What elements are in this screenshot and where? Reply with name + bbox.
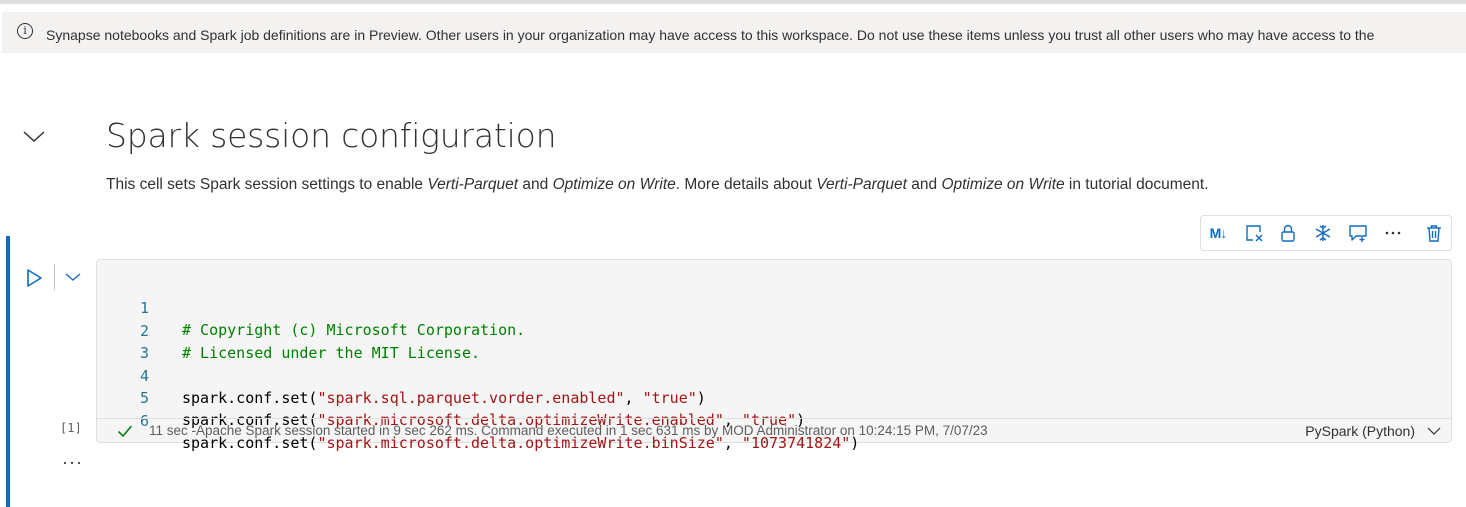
run-options-chevron-icon[interactable] — [64, 270, 82, 284]
cell-toolbar: M↓ — [1200, 215, 1452, 251]
code-line: 1 # Copyright (c) Microsoft Corporation. — [139, 299, 526, 339]
code-line: 6 spark.conf.set("spark.microsoft.delta.… — [139, 412, 860, 452]
language-selector[interactable]: PySpark (Python) — [1305, 423, 1415, 439]
run-separator — [54, 264, 55, 290]
execution-count: [1] — [60, 421, 82, 435]
success-check-icon — [117, 425, 133, 438]
active-cell-indicator — [6, 236, 10, 507]
more-icon — [1385, 231, 1401, 235]
comment-icon — [1349, 225, 1367, 242]
add-comment-button[interactable] — [1347, 222, 1369, 244]
preview-banner: i Synapse notebooks and Spark job defini… — [2, 12, 1466, 53]
delete-icon — [1427, 225, 1441, 242]
cell-more-options-icon[interactable]: ··· — [62, 452, 83, 473]
top-border — [0, 0, 1466, 4]
more-options-button[interactable] — [1382, 222, 1404, 244]
lock-icon — [1281, 224, 1295, 242]
markdown-toggle-button[interactable]: M↓ — [1207, 222, 1229, 244]
code-line: 2 # Licensed under the MIT License. — [139, 322, 481, 362]
run-cell-button[interactable] — [24, 268, 44, 288]
section-collapse-chevron-icon[interactable] — [22, 126, 46, 146]
code-line: 4 spark.conf.set("spark.sql.parquet.vord… — [139, 367, 706, 407]
cell-status-bar: 11 sec -Apache Spark session started in … — [97, 418, 1451, 443]
banner-text: Synapse notebooks and Spark job definiti… — [46, 27, 1375, 53]
code-line: 3 — [139, 344, 149, 362]
code-line: 5 spark.conf.set("spark.microsoft.delta.… — [139, 389, 806, 429]
info-icon: i — [17, 23, 33, 39]
clear-output-button[interactable] — [1243, 222, 1265, 244]
markdown-cell-title: Spark session configuration — [106, 116, 557, 155]
lock-button[interactable] — [1277, 222, 1299, 244]
language-chevron-down-icon[interactable] — [1427, 426, 1441, 436]
freeze-icon — [1315, 225, 1331, 241]
code-cell-editor[interactable]: 1 # Copyright (c) Microsoft Corporation.… — [96, 259, 1452, 452]
delete-cell-button[interactable] — [1423, 222, 1445, 244]
clear-output-icon — [1246, 225, 1263, 242]
markdown-cell-description: This cell sets Spark session settings to… — [106, 176, 1209, 193]
execution-status-text: 11 sec -Apache Spark session started in … — [149, 423, 988, 438]
freeze-button[interactable] — [1312, 222, 1334, 244]
